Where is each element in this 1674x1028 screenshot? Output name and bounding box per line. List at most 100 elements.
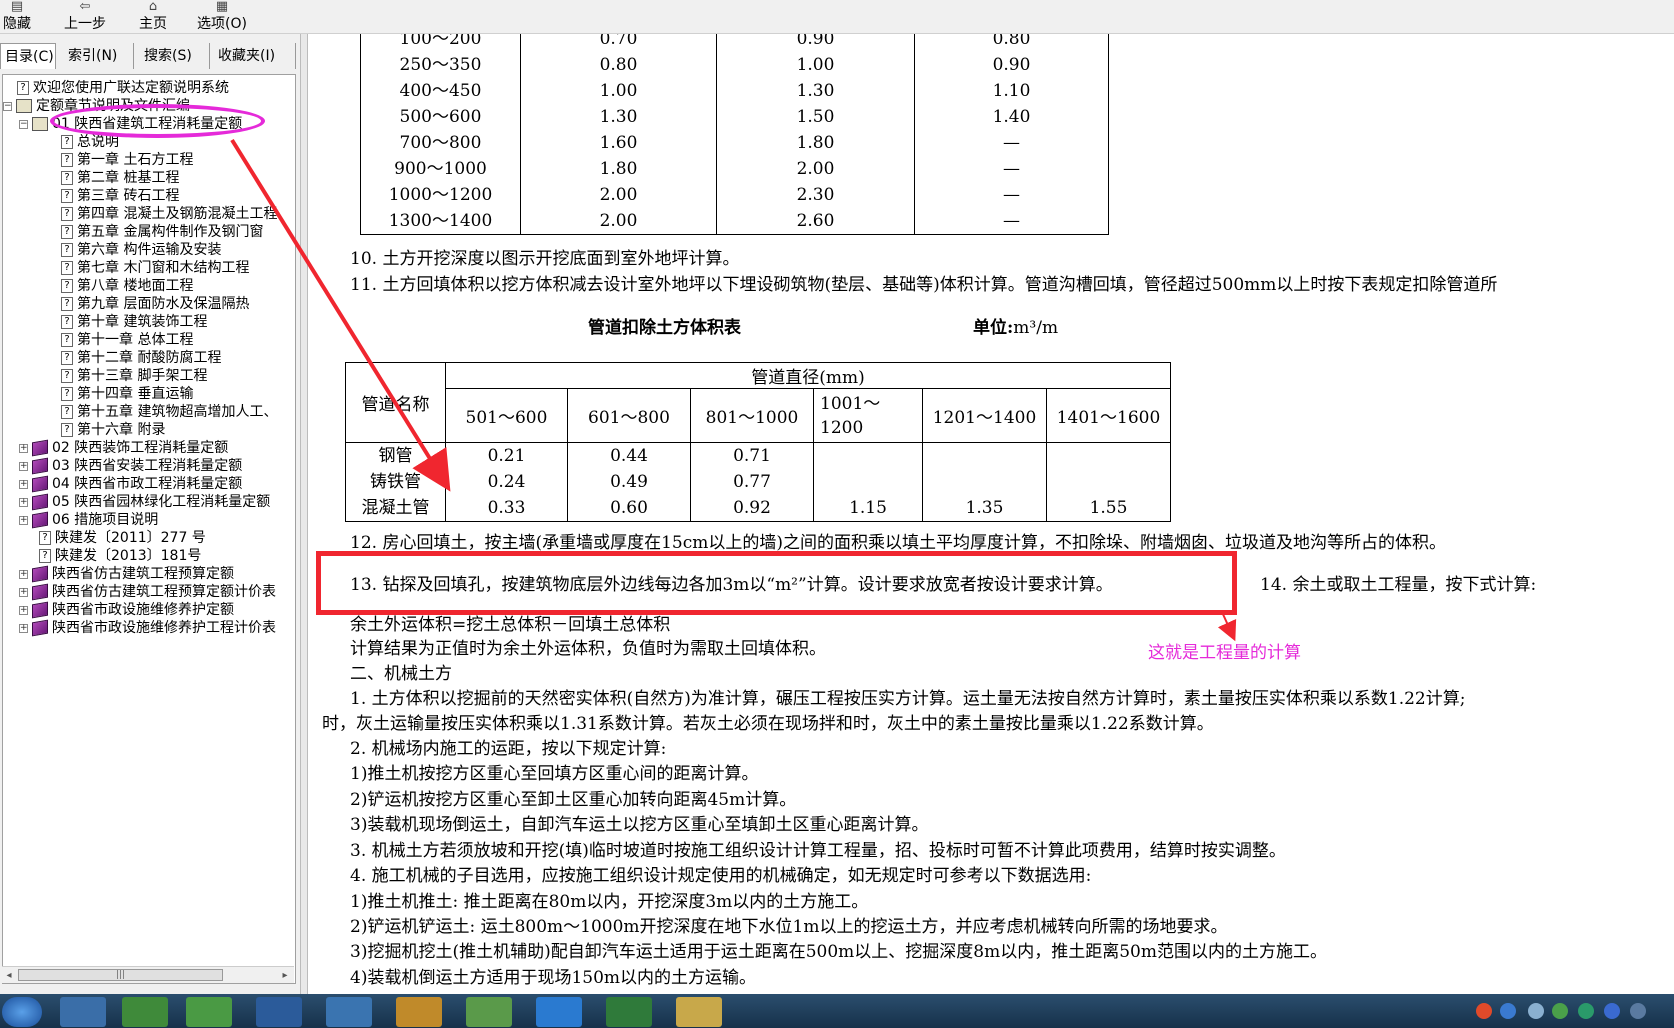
notepad-icon[interactable] xyxy=(396,997,442,1027)
collapse-icon[interactable]: − xyxy=(3,101,12,111)
contents-tree: ? 欢迎您使用广联达定额说明系统 − 定额章节说明及文件汇编 −01 陕西省建筑工程… xyxy=(2,74,296,984)
expand-icon[interactable]: + xyxy=(19,623,28,633)
tree-item-chapter[interactable]: ? 第三章 砖石工程 xyxy=(61,187,179,205)
tree-item-02[interactable]: +02 陕西装饰工程消耗量定额 xyxy=(19,439,228,457)
options-icon: ▦ xyxy=(215,0,229,14)
paragraph-m1-cont: 时，灰土运输量按压实体积乘以1.31系数计算。若灰土必须在现场拌和时，灰土中的素… xyxy=(322,714,1214,734)
tab-contents[interactable]: 目录(C) xyxy=(0,43,56,69)
tree-item-chapter[interactable]: ? 第十三章 脚手架工程 xyxy=(61,367,207,385)
tree-item-chapter[interactable]: ? 第一章 土石方工程 xyxy=(61,151,193,169)
tab-favorites[interactable]: 收藏夹(I) xyxy=(214,43,296,69)
tree-item-chapter[interactable]: ? 第四章 混凝土及钢筋混凝土工程 xyxy=(61,205,277,223)
ie-icon[interactable] xyxy=(122,997,168,1027)
back-button[interactable]: ⇦ 上一步 xyxy=(58,0,112,34)
paragraph-11: 11. 土方回填体积以挖方体积减去设计室外地坪以下埋设砌筑物(垫层、基础等)体积… xyxy=(350,275,1498,295)
table2-title: 管道扣除土方体积表 xyxy=(588,318,741,338)
options-button[interactable]: ▦ 选项(O) xyxy=(194,0,250,34)
tree-item-chapter[interactable]: ? 第十四章 垂直运输 xyxy=(61,385,193,403)
expand-icon[interactable]: + xyxy=(19,479,28,489)
tree-item-doc[interactable]: ? 陕建发〔2013〕181号 xyxy=(39,547,201,565)
hide-button[interactable]: ▤ 隐藏 xyxy=(0,0,34,34)
highlight-ellipse xyxy=(50,104,265,138)
column-header-pipe-name: 管道名称 xyxy=(345,362,446,443)
expand-icon[interactable]: + xyxy=(19,605,28,615)
tree-item-chapter[interactable]: ? 第六章 构件运输及安装 xyxy=(61,241,221,259)
paragraph-14: 14. 余土或取土工程量，按下式计算: xyxy=(1260,575,1537,595)
expand-icon[interactable]: + xyxy=(19,497,28,507)
tree-item-chapter[interactable]: ? 第十二章 耐酸防腐工程 xyxy=(61,349,221,367)
help-page-icon: ? xyxy=(61,243,73,257)
expand-icon[interactable]: + xyxy=(19,569,28,579)
tree-item-welcome[interactable]: ? 欢迎您使用广联达定额说明系统 xyxy=(17,79,229,97)
table-row: 钢管 铸铁管 混凝土管 0.21 0.24 0.33 0.44 0.49 0.6… xyxy=(345,442,1171,522)
tab-search[interactable]: 搜索(S) xyxy=(140,43,210,69)
expand-icon[interactable]: + xyxy=(19,443,28,453)
expand-icon[interactable]: + xyxy=(19,587,28,597)
tree-item-chapter[interactable]: ? 第九章 层面防水及保温隔热 xyxy=(61,295,249,313)
scroll-left-icon[interactable]: ◂ xyxy=(2,967,16,984)
tree-item-more[interactable]: + 陕西省仿古建筑工程预算定额 xyxy=(19,565,234,583)
collapse-icon[interactable]: − xyxy=(19,119,28,129)
nav-tabs: 目录(C) 索引(N) 搜索(S) 收藏夹(I) xyxy=(0,40,305,72)
tree-item-more[interactable]: + 陕西省市政设施维修养护定额 xyxy=(19,601,234,619)
tree-item-chapter[interactable]: ? 第十五章 建筑物超高增加人工、 xyxy=(61,403,277,421)
paragraph-m3: 3. 机械土方若须放坡和开挖(填)临时坡道时按施工组织设计计算工程量，招、投标时… xyxy=(350,841,1286,861)
tree-item-chapter[interactable]: ? 第七章 木门窗和木结构工程 xyxy=(61,259,249,277)
book-icon xyxy=(32,457,48,475)
tray-icon[interactable] xyxy=(1604,1003,1620,1019)
browser-icon[interactable] xyxy=(60,997,106,1027)
section-heading: 二、机械土方 xyxy=(350,664,452,684)
tree-item-03[interactable]: +03 陕西省安装工程消耗量定额 xyxy=(19,457,242,475)
table-row: 250～350 0.80 1.00 0.90 xyxy=(360,52,1109,78)
expand-icon[interactable]: + xyxy=(19,515,28,525)
tree-item-chapter[interactable]: ? 第十一章 总体工程 xyxy=(61,331,193,349)
panel-splitter[interactable] xyxy=(300,34,308,994)
tray-icon[interactable] xyxy=(1528,1003,1544,1019)
tray-icon[interactable] xyxy=(1476,1003,1492,1019)
tree-item-05[interactable]: +05 陕西省园林绿化工程消耗量定额 xyxy=(19,493,270,511)
tree-item-chapter[interactable]: ? 第十六章 附录 xyxy=(61,421,165,439)
tree-item-04[interactable]: +04 陕西省市政工程消耗量定额 xyxy=(19,475,242,493)
home-button[interactable]: ⌂ 主页 xyxy=(136,0,170,34)
app-icon[interactable] xyxy=(326,997,372,1027)
table-header-row: 管道名称 管道直径(mm) xyxy=(345,362,1171,443)
book-icon xyxy=(32,493,48,511)
tray-wechat-icon[interactable] xyxy=(1552,1003,1568,1019)
app-icon[interactable] xyxy=(256,997,302,1027)
excel-icon[interactable] xyxy=(606,997,652,1027)
expand-icon[interactable]: + xyxy=(19,461,28,471)
help-icon[interactable] xyxy=(676,997,722,1027)
open-book-icon xyxy=(16,99,32,113)
start-button-icon[interactable] xyxy=(2,997,42,1027)
help-page-icon: ? xyxy=(61,135,73,149)
tree-item-chapter[interactable]: ? 第八章 楼地面工程 xyxy=(61,277,193,295)
tree-item-more[interactable]: + 陕西省市政设施维修养护工程计价表 xyxy=(19,619,276,637)
app-icon[interactable] xyxy=(536,997,582,1027)
tree-item-chapter[interactable]: ? 第五章 金属构件制作及钢门窗 xyxy=(61,223,263,241)
coefficient-table: 100～200 0.70 0.90 0.80 250～350 0.80 1.00 0.90 … xyxy=(360,34,1109,235)
tree-horizontal-scrollbar[interactable]: ◂ ||| ▸ xyxy=(2,966,294,983)
hide-icon: ▤ xyxy=(10,0,24,14)
book-icon xyxy=(32,619,48,637)
tree-item-chapter[interactable]: ? 第十章 建筑装饰工程 xyxy=(61,313,207,331)
paragraph-m1: 1. 土方体积以挖掘前的天然密实体积(自然方)为准计算，碾压工程按压实方计算。运… xyxy=(350,689,1466,709)
tree-item-06[interactable]: +06 措施项目说明 xyxy=(19,511,158,529)
paragraph-m4: 4. 施工机械的子目选用，应按施工组织设计规定使用的机械确定，如无规定时可参考以… xyxy=(350,866,1092,886)
tree-item-doc[interactable]: ? 陕建发〔2011〕277 号 xyxy=(39,529,206,547)
tree-item-more[interactable]: + 陕西省仿古建筑工程预算定额计价表 xyxy=(19,583,276,601)
tab-index[interactable]: 索引(N) xyxy=(64,43,134,69)
scrollbar-thumb[interactable]: ||| xyxy=(18,969,223,981)
tray-help-icon[interactable] xyxy=(1500,1003,1516,1019)
app-icon[interactable] xyxy=(466,997,512,1027)
tree-item-chapter[interactable]: ? 第二章 桩基工程 xyxy=(61,169,179,187)
wechat-icon[interactable] xyxy=(186,997,232,1027)
scroll-right-icon[interactable]: ▸ xyxy=(278,967,292,984)
table-row: 400～450 1.00 1.30 1.10 xyxy=(360,78,1109,104)
windows-taskbar xyxy=(0,994,1674,1028)
table2-unit: 单位:m³/m xyxy=(973,318,1059,338)
book-icon xyxy=(32,565,48,583)
tray-icon[interactable] xyxy=(1630,1003,1646,1019)
help-page-icon: ? xyxy=(61,207,73,221)
paragraph-m4d: 4)装载机倒运土方适用于现场150m以内的土方运输。 xyxy=(350,968,757,988)
tray-icon[interactable] xyxy=(1578,1003,1594,1019)
